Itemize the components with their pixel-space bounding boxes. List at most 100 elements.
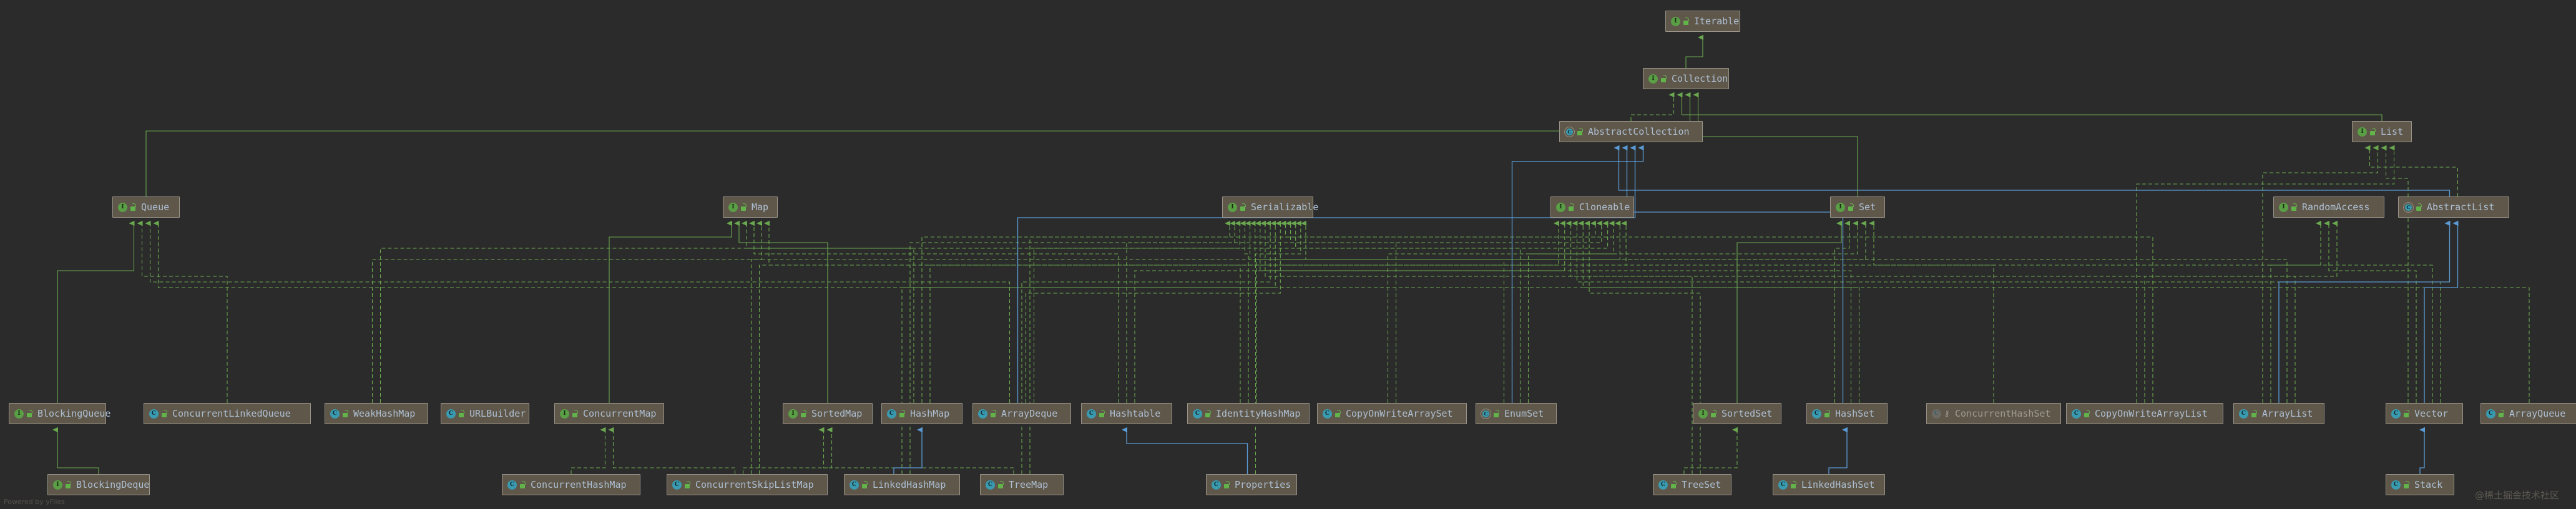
class-node-label: WeakHashMap (353, 407, 416, 419)
class-node-ConcurrentHashMap[interactable]: C ConcurrentHashMap (502, 474, 640, 495)
class-node-label: URLBuilder (469, 407, 526, 419)
class-node-IdentityHashMap[interactable]: C IdentityHashMap (1187, 403, 1310, 424)
class-node-TreeMap[interactable]: C TreeMap (980, 474, 1064, 495)
class-node-ArrayList[interactable]: C ArrayList (2233, 403, 2324, 424)
class-node-label: Cloneable (1579, 201, 1630, 213)
unlocked-padlock-icon (2402, 480, 2410, 490)
class-node-Vector[interactable]: C Vector (2386, 403, 2463, 424)
class-node-CopyOnWriteArrayList[interactable]: C CopyOnWriteArrayList (2066, 403, 2223, 424)
class-node-URLBuilder[interactable]: C URLBuilder (441, 403, 529, 424)
class-node-ConcurrentMap[interactable]: I ConcurrentMap (554, 403, 664, 424)
class-node-List[interactable]: I List (2352, 121, 2412, 142)
class-node-label: HashMap (910, 407, 950, 419)
unlocked-padlock-icon (997, 480, 1004, 490)
class-icon: C (977, 409, 988, 419)
interface-icon: I (559, 409, 570, 419)
class-node-Properties[interactable]: C Properties (1206, 474, 1297, 495)
class-node-AbstractCollection[interactable]: C AbstractCollection (1559, 121, 1703, 142)
unlocked-padlock-icon (1670, 480, 1677, 490)
class-node-SortedMap[interactable]: I SortedMap (783, 403, 873, 424)
class-node-ConcurrentLinkedQueue[interactable]: C ConcurrentLinkedQueue (144, 403, 311, 424)
class-node-label: Vector (2414, 407, 2449, 419)
key-icon: ⚷ (1944, 409, 1950, 418)
class-node-label: Serializable (1251, 201, 1319, 213)
class-node-ConcurrentHashSet[interactable]: C ⚷ ConcurrentHashSet (1926, 403, 2061, 424)
class-node-ConcurrentSkipListMap[interactable]: C ConcurrentSkipListMap (667, 474, 828, 495)
class-node-label: LinkedHashSet (1801, 478, 1875, 490)
interface-icon: I (728, 202, 738, 213)
unlocked-padlock-icon (1660, 74, 1667, 84)
class-node-Serializable[interactable]: I Serializable (1222, 196, 1318, 218)
class-node-BlockingQueue[interactable]: I BlockingQueue (9, 403, 110, 424)
class-icon: C (2485, 409, 2496, 419)
class-node-SortedSet[interactable]: I SortedSet (1693, 403, 1781, 424)
unlocked-padlock-icon (861, 480, 868, 490)
class-node-Set[interactable]: I Set (1830, 196, 1885, 218)
unlocked-padlock-icon (1790, 480, 1797, 490)
class-node-AbstractList[interactable]: C AbstractList (2398, 196, 2509, 218)
unlocked-padlock-icon (898, 409, 906, 419)
unlocked-padlock-icon (2497, 409, 2505, 419)
abstract-class-icon: C (1564, 126, 1575, 137)
unlocked-padlock-icon (2250, 409, 2258, 419)
class-node-label: Iterable (1694, 15, 1740, 27)
class-icon: C (507, 480, 517, 490)
unlocked-padlock-icon (989, 409, 997, 419)
class-node-ArrayQueue[interactable]: C ArrayQueue (2481, 403, 2576, 424)
class-node-Hashtable[interactable]: C Hashtable (1081, 403, 1172, 424)
unlocked-padlock-icon (2369, 127, 2376, 137)
class-node-Iterable[interactable]: I Iterable (1665, 11, 1740, 32)
class-node-Collection[interactable]: I Collection (1643, 68, 1729, 89)
interface-icon: I (1698, 409, 1708, 419)
class-icon-disabled: C (1931, 409, 1942, 419)
class-node-Stack[interactable]: C Stack (2386, 474, 2454, 495)
interface-icon: I (14, 409, 24, 419)
unlocked-padlock-icon (1847, 203, 1854, 212)
class-icon: C (1211, 480, 1222, 490)
class-node-label: Queue (141, 201, 170, 213)
class-node-HashMap[interactable]: C HashMap (881, 403, 962, 424)
class-node-LinkedHashMap[interactable]: C LinkedHashMap (844, 474, 960, 495)
class-node-label: Set (1859, 201, 1876, 213)
class-icon: C (2071, 409, 2082, 419)
class-node-RandomAccess[interactable]: I RandomAccess (2273, 196, 2384, 218)
class-node-Queue[interactable]: I Queue (112, 196, 180, 218)
uml-class-diagram-canvas[interactable]: I Iterable I Collection C AbstractCollection I… (0, 0, 2576, 509)
class-icon: C (1811, 409, 1822, 419)
class-node-Map[interactable]: I Map (723, 196, 778, 218)
unlocked-padlock-icon (2402, 409, 2410, 419)
class-node-TreeSet[interactable]: C TreeSet (1653, 474, 1731, 495)
unlocked-padlock-icon (2415, 203, 2422, 212)
class-node-Cloneable[interactable]: I Cloneable (1550, 196, 1634, 218)
class-node-ArrayDeque[interactable]: C ArrayDeque (972, 403, 1071, 424)
class-node-WeakHashMap[interactable]: C WeakHashMap (325, 403, 428, 424)
class-icon: C (1778, 480, 1788, 490)
class-node-label: List (2381, 125, 2404, 137)
class-icon: C (1086, 409, 1097, 419)
interface-icon: I (1227, 202, 1238, 213)
class-node-BlockingDeque[interactable]: I BlockingDeque (47, 474, 150, 495)
class-node-CopyOnWriteArraySet[interactable]: C CopyOnWriteArraySet (1317, 403, 1467, 424)
unlocked-padlock-icon (1682, 17, 1690, 26)
interface-icon: I (1835, 202, 1846, 213)
unlocked-padlock-icon (1567, 203, 1575, 212)
class-icon: C (446, 409, 456, 419)
interface-icon: I (1648, 74, 1658, 84)
class-node-HashSet[interactable]: C HashSet (1806, 403, 1888, 424)
interface-icon: I (1555, 202, 1566, 213)
class-node-label: Properties (1235, 478, 1291, 490)
class-icon: C (886, 409, 897, 419)
unlocked-padlock-icon (1710, 409, 1717, 419)
abstract-class-icon: C (1481, 408, 1491, 419)
class-icon: C (330, 409, 340, 419)
class-icon: C (2238, 409, 2249, 419)
unlocked-padlock-icon (571, 409, 579, 419)
class-node-LinkedHashSet[interactable]: C LinkedHashSet (1773, 474, 1885, 495)
class-icon: C (1658, 480, 1668, 490)
class-node-label: ArrayDeque (1001, 407, 1058, 419)
class-icon: C (672, 480, 682, 490)
class-node-label: EnumSet (1504, 407, 1544, 419)
unlocked-padlock-icon (2083, 409, 2090, 419)
author-watermark: @稀土掘金技术社区 (2475, 490, 2560, 501)
class-node-EnumSet[interactable]: C EnumSet (1476, 403, 1557, 424)
